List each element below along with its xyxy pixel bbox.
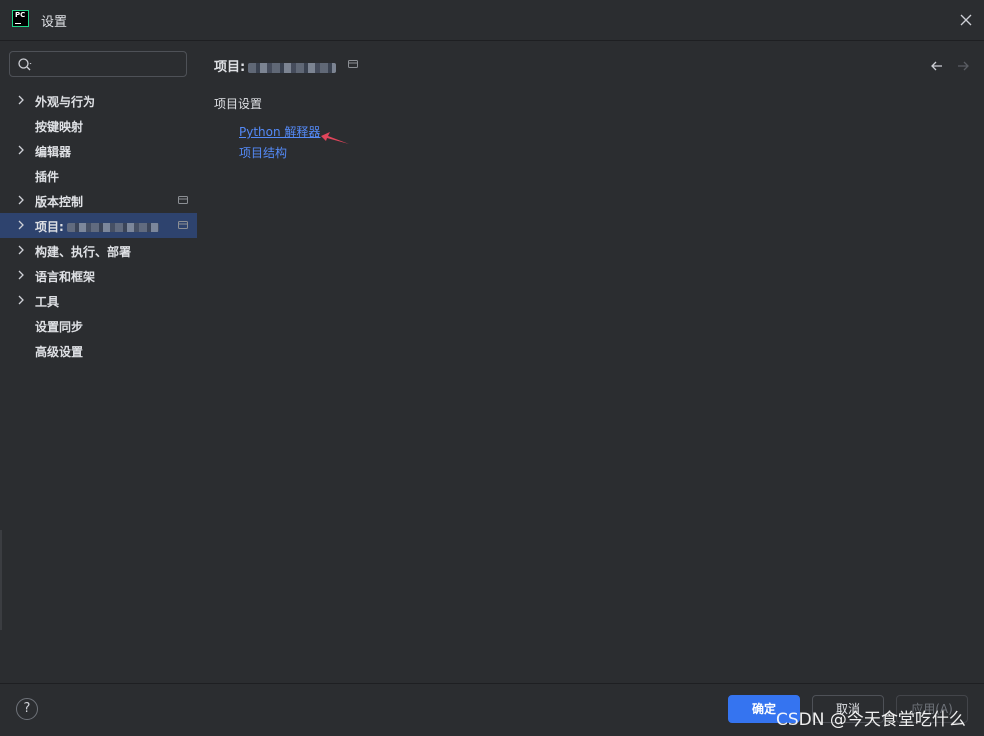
- chevron-right-icon[interactable]: [15, 269, 27, 281]
- project-scope-icon: [348, 60, 358, 68]
- tree-item-tools[interactable]: 工具: [0, 288, 197, 313]
- section-title: 项目设置: [214, 97, 263, 111]
- window-title: 设置: [41, 15, 68, 30]
- forward-arrow-icon[interactable]: [955, 58, 971, 74]
- tree-item-label: 高级设置: [35, 345, 84, 359]
- settings-tree: 外观与行为 按键映射 编辑器 插件 版本控制 项目: 构建、执行、部署 语言和框…: [0, 88, 200, 363]
- chevron-right-icon[interactable]: [15, 294, 27, 306]
- chevron-right-icon[interactable]: [15, 144, 27, 156]
- tree-item-advanced[interactable]: 高级设置: [0, 338, 197, 363]
- python-interpreter-link[interactable]: Python 解释器: [239, 123, 320, 140]
- tree-item-editor[interactable]: 编辑器: [0, 138, 197, 163]
- project-scope-icon: [178, 221, 188, 229]
- tree-item-appearance[interactable]: 外观与行为: [0, 88, 197, 113]
- settings-content: 项目: 项目设置 Python 解释器 项目结构: [201, 41, 984, 683]
- tree-item-project[interactable]: 项目:: [0, 213, 197, 238]
- project-scope-icon: [178, 196, 188, 204]
- tree-item-label: 设置同步: [35, 320, 84, 334]
- pycharm-logo-icon: PC: [12, 10, 29, 27]
- tree-item-build[interactable]: 构建、执行、部署: [0, 238, 197, 263]
- tree-item-label: 构建、执行、部署: [35, 245, 132, 259]
- tree-item-label: 语言和框架: [35, 270, 96, 284]
- tree-item-label: 插件: [35, 170, 60, 184]
- tree-item-label-text: 项目:: [35, 220, 64, 234]
- search-icon: [18, 58, 32, 71]
- tree-item-plugins[interactable]: 插件: [0, 163, 197, 188]
- resize-edge: [0, 530, 2, 630]
- chevron-right-icon[interactable]: [15, 194, 27, 206]
- chevron-right-icon[interactable]: [15, 244, 27, 256]
- chevron-right-icon[interactable]: [15, 94, 27, 106]
- tree-item-label: 按键映射: [35, 120, 84, 134]
- settings-sidebar: 外观与行为 按键映射 编辑器 插件 版本控制 项目: 构建、执行、部署 语言和框…: [0, 41, 200, 683]
- tree-item-settings-sync[interactable]: 设置同步: [0, 313, 197, 338]
- tree-item-keymap[interactable]: 按键映射: [0, 113, 197, 138]
- chevron-right-icon[interactable]: [15, 219, 27, 231]
- project-structure-link[interactable]: 项目结构: [239, 144, 287, 161]
- search-input[interactable]: [38, 55, 182, 75]
- tree-item-label: 编辑器: [35, 145, 72, 159]
- watermark: CSDN @今天食堂吃什么: [776, 710, 966, 730]
- blurred-project-name: [248, 62, 337, 73]
- breadcrumb-label: 项目:: [214, 60, 246, 75]
- tree-item-label: 项目:: [35, 218, 159, 235]
- annotation-arrow-icon: [321, 132, 349, 144]
- tree-item-label: 外观与行为: [35, 95, 96, 109]
- title-bar: PC 设置: [0, 0, 984, 41]
- search-box[interactable]: [9, 51, 187, 77]
- help-button[interactable]: ?: [16, 698, 38, 720]
- tree-item-version-control[interactable]: 版本控制: [0, 188, 197, 213]
- tree-item-label: 工具: [35, 295, 60, 309]
- tree-item-languages[interactable]: 语言和框架: [0, 263, 197, 288]
- blurred-project-name: [66, 223, 159, 232]
- breadcrumb: 项目:: [214, 56, 337, 75]
- close-icon[interactable]: [956, 10, 976, 30]
- back-arrow-icon[interactable]: [929, 58, 945, 74]
- tree-item-label: 版本控制: [35, 195, 84, 209]
- dialog-footer: ? 确定 取消 应用(A) CSDN @今天食堂吃什么: [0, 683, 984, 736]
